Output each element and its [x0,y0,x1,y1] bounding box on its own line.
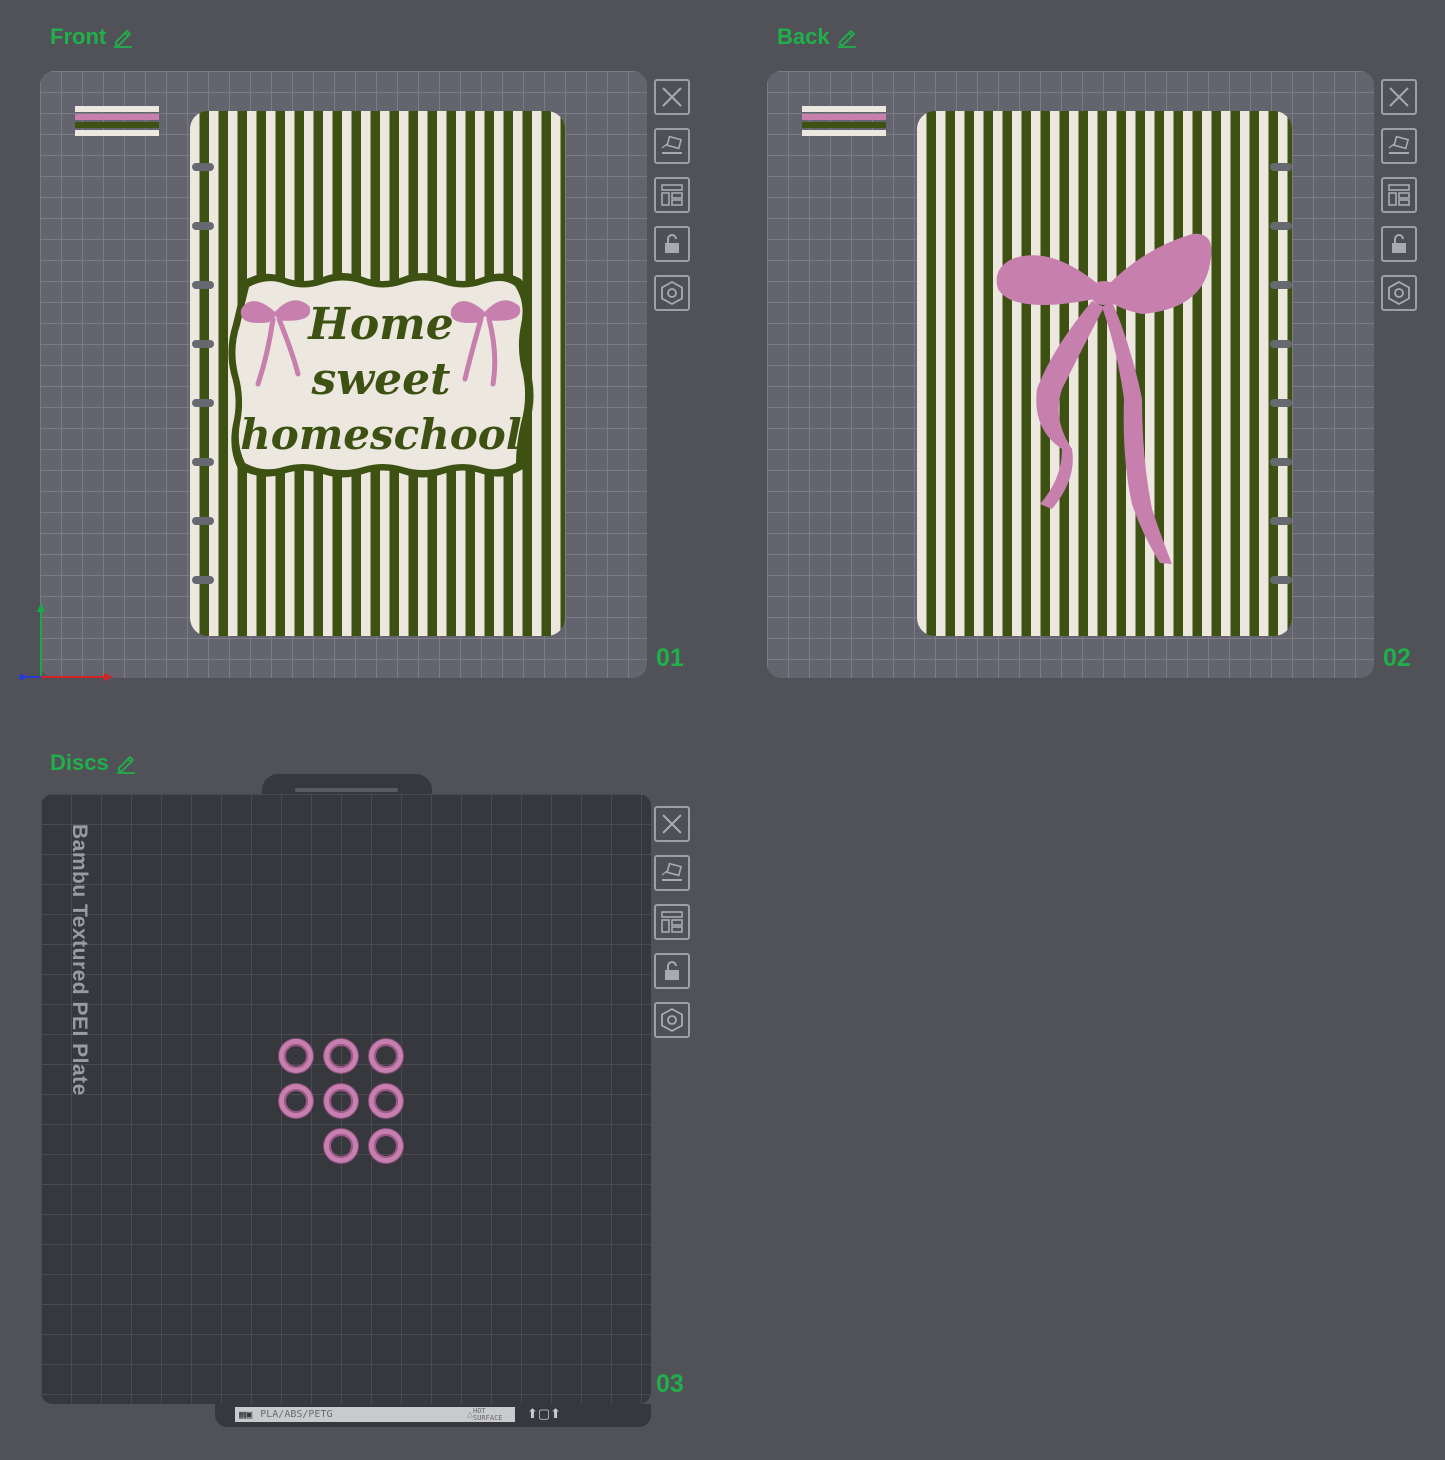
pei-footer-warning: HOT SURFACE [473,1406,503,1422]
arrange-icon[interactable] [1381,177,1417,213]
disc-ring[interactable] [324,1129,358,1163]
pei-footer-material: PLA/ABS/PETG [260,1409,333,1420]
filament-swatch [802,106,886,137]
textured-pei-plate[interactable]: Bambu Textured PEI Plate [41,794,651,1404]
auto-orient-icon[interactable] [1381,128,1417,164]
front-cover-label: Home sweet homeschool [228,273,534,478]
plate-name: Back [777,24,830,49]
plate-orientation-icon: ⬆▢⬆ [527,1406,562,1421]
plate-toolbar-back [1381,79,1417,311]
grid-icon: ▦▣ [239,1408,253,1421]
plate-toolbar-front [654,79,690,311]
arrange-icon[interactable] [654,177,690,213]
disc-ring[interactable] [279,1039,313,1073]
lock-icon[interactable] [654,226,690,262]
lock-icon[interactable] [1381,226,1417,262]
disc-ring[interactable] [369,1129,403,1163]
label-line-2: sweet [311,354,451,405]
label-line-3: homeschool [240,410,521,459]
filament-swatch [75,106,159,137]
build-plate-front[interactable]: Home sweet homeschool [40,71,647,678]
plate-name: Discs [50,750,109,775]
auto-orient-icon[interactable] [654,128,690,164]
disc-ring[interactable] [324,1039,358,1073]
pencil-icon[interactable] [112,26,134,48]
plate-number-03: 03 [656,1370,684,1398]
plate-number-02: 02 [1383,644,1411,672]
close-icon[interactable] [654,79,690,115]
close-icon[interactable] [1381,79,1417,115]
plate-toolbar-discs [654,806,690,1038]
plate-label-discs[interactable]: Discs [50,750,137,776]
build-plate-back[interactable] [767,71,1374,678]
pencil-icon[interactable] [115,752,137,774]
label-line-1: Home [306,299,453,350]
bow-graphic [996,233,1212,564]
pei-plate-label: Bambu Textured PEI Plate [68,824,91,1096]
settings-icon[interactable] [654,275,690,311]
close-icon[interactable] [654,806,690,842]
lock-icon[interactable] [654,953,690,989]
pencil-icon[interactable] [836,26,858,48]
plate-number-01: 01 [656,644,684,672]
axis-gizmo [19,603,113,681]
disc-ring[interactable] [369,1039,403,1073]
disc-ring[interactable] [369,1084,403,1118]
settings-icon[interactable] [654,1002,690,1038]
arrange-icon[interactable] [654,904,690,940]
pei-handle-slot [295,788,398,792]
pei-plate-footer: ▦▣ PLA/ABS/PETG △ HOT SURFACE ⬆▢⬆ [215,1404,651,1427]
disc-ring[interactable] [324,1084,358,1118]
auto-orient-icon[interactable] [654,855,690,891]
plate-label-back[interactable]: Back [777,24,858,50]
plate-name: Front [50,24,107,49]
settings-icon[interactable] [1381,275,1417,311]
plate-label-front[interactable]: Front [50,24,134,50]
disc-ring[interactable] [279,1084,313,1118]
